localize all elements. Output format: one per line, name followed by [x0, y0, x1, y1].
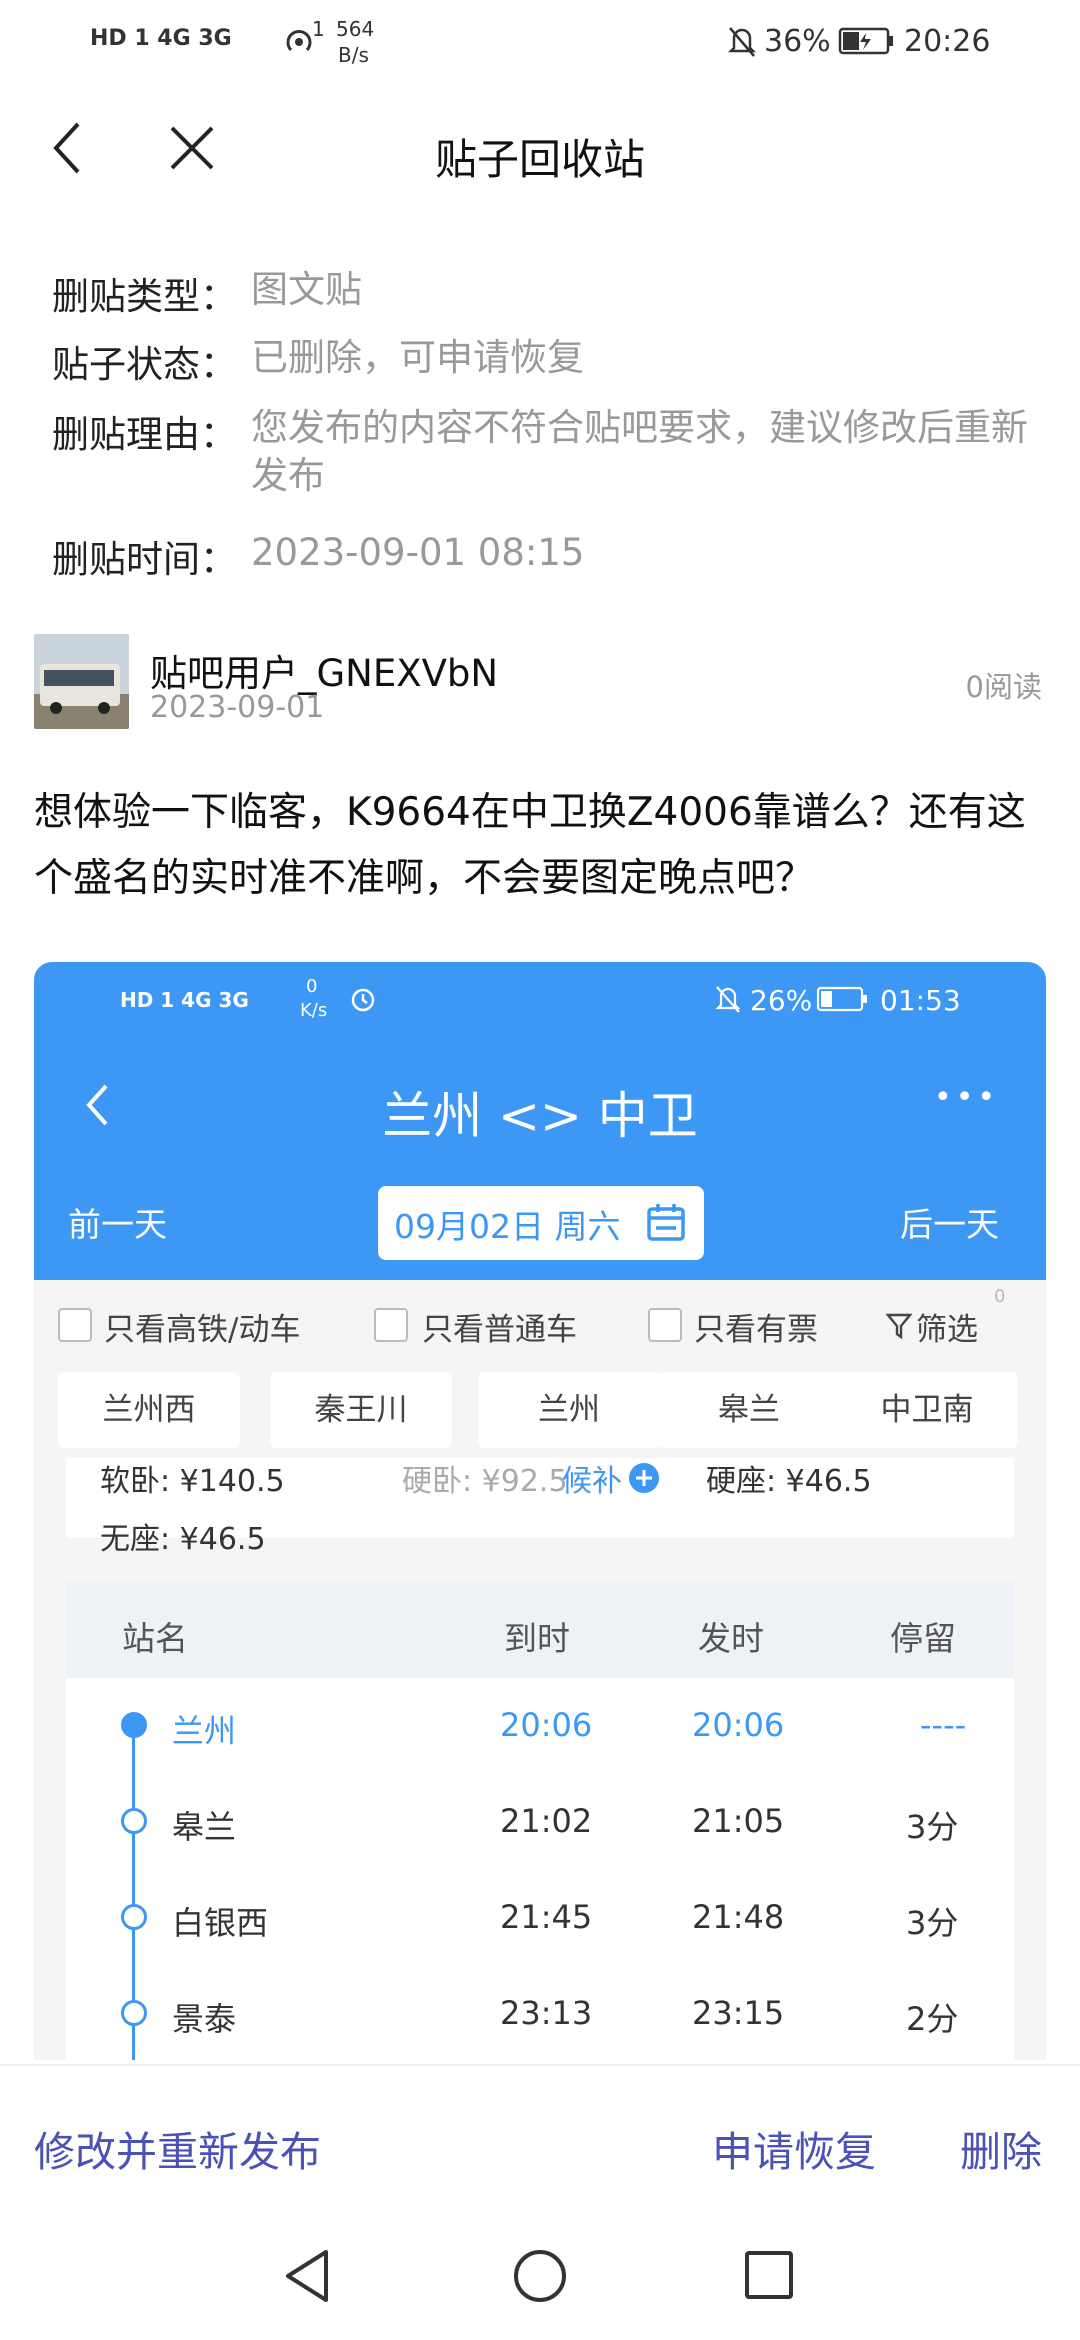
row-station: 景泰 — [172, 2000, 237, 2038]
row-station: 白银西 — [172, 1904, 269, 1942]
row-arrive: 23:13 — [500, 1994, 593, 2032]
row-station: 皋兰 — [172, 1808, 237, 1846]
row-depart: 21:48 — [692, 1898, 785, 1936]
mute-bell-icon — [727, 27, 757, 57]
system-nav-bar — [0, 2220, 1080, 2340]
route-title: 兰州 <> 中卫 — [382, 1087, 698, 1145]
plus-circle-icon — [629, 1463, 659, 1493]
filter-hsr: 只看高铁/动车 — [104, 1312, 301, 1348]
battery-charging-icon — [838, 27, 893, 55]
avatar[interactable] — [34, 634, 129, 729]
filter-normal: 只看普通车 — [422, 1312, 577, 1348]
shot-speed-unit: K/s — [300, 1000, 328, 1021]
shot-clock: 01:53 — [880, 984, 961, 1017]
row-depart: 21:05 — [692, 1802, 785, 1840]
post-text: 想体验一下临客，K9664在中卫换Z4006靠谱么？还有这个盛名的实时准不准啊，… — [34, 790, 1026, 901]
station-dot — [121, 1904, 147, 1930]
station-dot — [121, 1808, 147, 1834]
station-dot — [121, 2000, 147, 2026]
page-title: 贴子回收站 — [434, 135, 645, 184]
chip-lanzhou: 兰州 — [478, 1372, 660, 1448]
shot-network-icons: HD 1 4G 3G — [120, 988, 249, 1012]
price-soft-sleeper: 软卧: ¥140.5 — [100, 1464, 285, 1499]
filter-button: 筛选 — [916, 1312, 978, 1348]
header-stop: 停留 — [890, 1619, 956, 1658]
shot-mute-bell-icon — [715, 986, 741, 1013]
bus-photo-icon — [34, 634, 129, 729]
nav-home-icon[interactable] — [512, 2248, 568, 2304]
shot-speed-value: 0 — [306, 976, 318, 997]
filter-available: 只看有票 — [694, 1312, 818, 1348]
network-icons: HD 1 4G 3G — [90, 26, 232, 51]
username[interactable]: 贴吧用户_GNEXVbN — [150, 643, 498, 697]
read-count: 0阅读 — [965, 670, 1042, 704]
row-arrive: 21:02 — [500, 1802, 593, 1840]
row-arrive: 20:06 — [500, 1706, 593, 1744]
row-stop: 3分 — [906, 1808, 959, 1846]
row-stop: ---- — [920, 1706, 967, 1744]
row-stop: 2分 — [906, 2000, 959, 2038]
header-depart: 发时 — [698, 1619, 764, 1658]
net-speed-value: 564 — [336, 17, 375, 41]
clock-time: 20:26 — [904, 24, 991, 59]
shot-battery-icon — [816, 986, 867, 1012]
next-day-button: 后一天 — [900, 1205, 999, 1244]
delete-reason-value: 您发布的内容不符合贴吧要求，建议修改后重新发布 — [251, 406, 1028, 497]
header-arrive: 到时 — [504, 1619, 570, 1658]
hotspot-icon — [286, 30, 312, 52]
price-no-seat: 无座: ¥46.5 — [100, 1522, 266, 1557]
row-arrive: 21:45 — [500, 1898, 593, 1936]
delete-type-value: 图文贴 — [251, 268, 362, 311]
nav-recents-icon[interactable] — [744, 2250, 794, 2300]
status-bar: HD 1 4G 3G 1 564 B/s 36% 20:26 — [0, 0, 1080, 84]
post-image[interactable]: HD 1 4G 3G 0 K/s 26% 01:53 兰州 <> 中卫 ••• … — [34, 962, 1046, 2060]
checkbox-normal — [374, 1308, 408, 1342]
post-status-label: 贴子状态： — [52, 343, 237, 386]
header-station: 站名 — [122, 1619, 188, 1658]
delete-time-value: 2023-09-01 08:15 — [251, 531, 585, 574]
restore-button[interactable]: 申请恢复 — [712, 2118, 876, 2178]
hotspot-count: 1 — [312, 17, 325, 41]
row-stop: 3分 — [906, 1904, 959, 1942]
chip-gaolan: 皋兰 — [658, 1372, 840, 1448]
waitlist-label: 候补 — [562, 1464, 622, 1499]
shot-battery-percent: 26% — [750, 984, 813, 1017]
post-status-value: 已删除，可申请恢复 — [251, 336, 584, 379]
delete-type-label: 删贴类型： — [52, 275, 237, 318]
row-station: 兰州 — [172, 1712, 237, 1750]
delete-reason-label: 删贴理由： — [52, 413, 237, 456]
chip-qinwangchuan: 秦王川 — [270, 1372, 452, 1448]
nav-back-icon[interactable] — [282, 2248, 334, 2304]
filter-count: 0 — [994, 1286, 1006, 1307]
battery-percent: 36% — [764, 24, 831, 59]
delete-button[interactable]: 删除 — [960, 2118, 1042, 2178]
station-dot — [121, 1712, 147, 1738]
chip-lanzhouxi: 兰州西 — [58, 1372, 240, 1448]
post-date: 2023-09-01 — [150, 690, 325, 725]
checkbox-hsr — [58, 1308, 92, 1342]
filter-icon — [886, 1313, 912, 1340]
more-icon: ••• — [934, 1080, 1000, 1115]
delete-time-label: 删贴时间： — [52, 538, 237, 581]
net-speed-unit: B/s — [338, 43, 369, 67]
prev-day-button: 前一天 — [68, 1205, 167, 1244]
row-depart: 23:15 — [692, 1994, 785, 2032]
chip-zhongweinan: 中卫南 — [836, 1372, 1018, 1448]
edit-republish-button[interactable]: 修改并重新发布 — [34, 2118, 321, 2178]
date-text: 09月02日 周六 — [394, 1207, 621, 1246]
calendar-icon — [647, 1204, 685, 1241]
alarm-icon — [351, 988, 375, 1012]
row-depart: 20:06 — [692, 1706, 785, 1744]
checkbox-available — [648, 1308, 682, 1342]
price-hard-sleeper: 硬卧: ¥92.5 — [402, 1464, 568, 1499]
price-hard-seat: 硬座: ¥46.5 — [706, 1464, 872, 1499]
